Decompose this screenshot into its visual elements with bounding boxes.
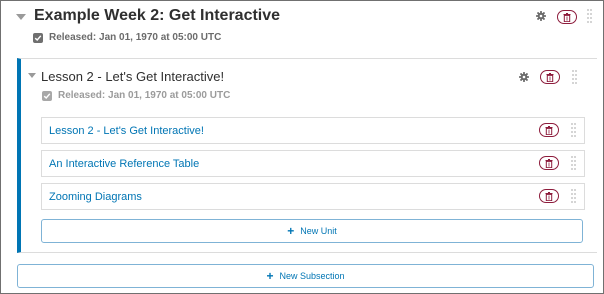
unit-title-link[interactable]: Lesson 2 - Let's Get Interactive! xyxy=(49,125,204,137)
new-subsection-button[interactable]: + New Subsection xyxy=(17,264,594,288)
subsection-delete-trash-icon[interactable] xyxy=(540,70,560,84)
section-release-status: Released: Jan 01, 1970 at 05:00 UTC xyxy=(33,32,221,43)
released-check-icon xyxy=(33,32,43,43)
plus-icon: + xyxy=(266,269,274,283)
subsection-collapse-caret-icon[interactable] xyxy=(28,73,36,78)
section-release-text: Released: Jan 01, 1970 at 05:00 UTC xyxy=(49,32,222,43)
unit-delete-trash-icon[interactable] xyxy=(539,123,559,137)
section-settings-gear-icon[interactable] xyxy=(536,11,546,21)
subsection-title[interactable]: Lesson 2 - Let's Get Interactive! xyxy=(41,69,224,84)
unit-title-link[interactable]: An Interactive Reference Table xyxy=(49,158,199,170)
subsection-release-text: Released: Jan 01, 1970 at 05:00 UTC xyxy=(58,90,231,101)
unit-drag-handle-icon[interactable] xyxy=(571,156,577,172)
section-title[interactable]: Example Week 2: Get Interactive xyxy=(34,7,280,25)
section-collapse-caret-icon[interactable] xyxy=(16,14,26,20)
section-drag-handle-icon[interactable] xyxy=(587,9,593,25)
unit-title-link[interactable]: Zooming Diagrams xyxy=(49,191,142,203)
plus-icon: + xyxy=(287,224,295,238)
new-unit-label: New Unit xyxy=(300,226,337,236)
unit-row[interactable]: Lesson 2 - Let's Get Interactive! xyxy=(41,117,585,144)
subsection-drag-handle-icon[interactable] xyxy=(572,70,578,86)
unit-drag-handle-icon[interactable] xyxy=(571,189,577,205)
unit-drag-handle-icon[interactable] xyxy=(571,123,577,139)
released-check-icon xyxy=(42,90,52,101)
new-unit-button[interactable]: + New Unit xyxy=(41,219,583,243)
new-subsection-label: New Subsection xyxy=(279,271,345,281)
unit-row[interactable]: Zooming Diagrams xyxy=(41,183,585,210)
unit-delete-trash-icon[interactable] xyxy=(539,189,559,203)
subsection-settings-gear-icon[interactable] xyxy=(519,72,529,82)
unit-row[interactable]: An Interactive Reference Table xyxy=(41,150,585,177)
subsection-release-status: Released: Jan 01, 1970 at 05:00 UTC xyxy=(42,90,230,101)
unit-delete-trash-icon[interactable] xyxy=(539,156,559,170)
section-delete-trash-icon[interactable] xyxy=(557,10,577,24)
course-outline: Example Week 2: Get Interactive Released… xyxy=(0,0,604,294)
